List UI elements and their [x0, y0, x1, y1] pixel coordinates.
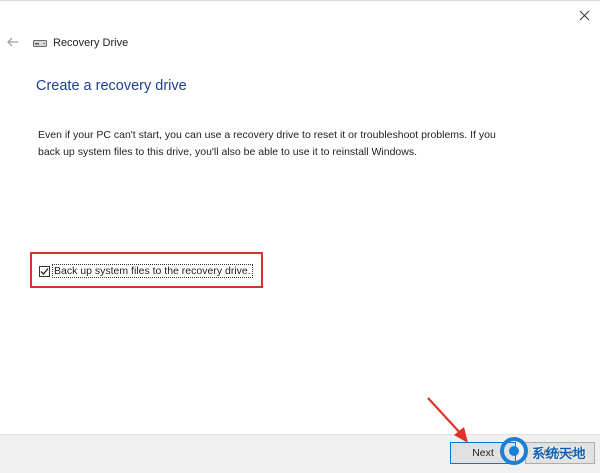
window-top-border	[0, 0, 600, 1]
page-description: Even if your PC can't start, you can use…	[38, 129, 496, 158]
backup-checkbox-label[interactable]: Back up system files to the recovery dri…	[52, 264, 253, 278]
back-button[interactable]	[4, 34, 22, 50]
back-arrow-icon	[7, 37, 18, 47]
close-icon	[579, 10, 589, 20]
drive-icon	[33, 40, 47, 47]
watermark-text: 系统天地	[532, 445, 587, 461]
page-heading: Create a recovery drive	[36, 78, 187, 94]
checkmark-icon	[40, 267, 49, 275]
app-title-row: Recovery Drive	[33, 35, 128, 51]
annotation-arrow-icon	[427, 397, 468, 443]
recovery-drive-window: Recovery Drive Create a recovery drive E…	[0, 0, 600, 473]
backup-checkbox[interactable]	[39, 265, 50, 277]
close-button[interactable]	[568, 0, 600, 30]
watermark-logo-icon	[500, 437, 528, 465]
backup-option[interactable]: Back up system files to the recovery dri…	[39, 264, 253, 278]
app-title: Recovery Drive	[53, 37, 129, 49]
